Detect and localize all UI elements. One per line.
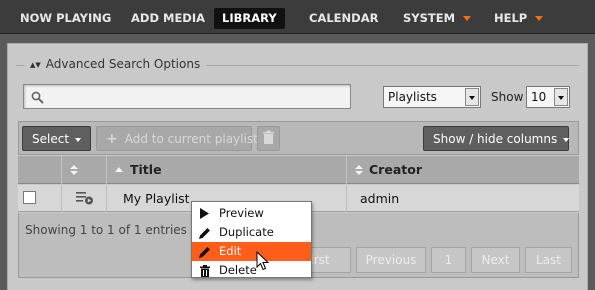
type-column-header[interactable] bbox=[62, 156, 107, 184]
nav-calendar[interactable]: CALENDAR bbox=[301, 8, 386, 29]
search-icon bbox=[31, 91, 44, 104]
creator-column-header[interactable]: Creator bbox=[347, 156, 579, 184]
trash-icon bbox=[200, 265, 210, 277]
context-menu-delete-label: Delete bbox=[219, 263, 257, 277]
page-1-button[interactable]: 1 bbox=[431, 247, 466, 273]
sort-icon bbox=[70, 165, 78, 175]
select-button[interactable]: Select bbox=[22, 126, 91, 151]
sort-icon bbox=[355, 165, 363, 175]
chevron-down-icon bbox=[535, 16, 544, 21]
nav-add-media[interactable]: ADD MEDIA bbox=[123, 8, 213, 29]
search-box[interactable] bbox=[23, 84, 351, 109]
advanced-search-toggle[interactable]: ▲▼ Advanced Search Options bbox=[24, 57, 207, 71]
add-to-playlist-label: Add to current playlist bbox=[124, 132, 258, 146]
title-header-label: Title bbox=[130, 162, 162, 177]
playlist-icon bbox=[76, 192, 93, 205]
show-label: Show bbox=[491, 90, 524, 104]
page-size-value: 10 bbox=[531, 90, 547, 104]
context-menu-edit[interactable]: Edit bbox=[192, 242, 311, 261]
table-header: Title Creator bbox=[18, 156, 579, 184]
row-checkbox[interactable] bbox=[23, 191, 36, 204]
show-hide-columns-button[interactable]: Show / hide columns bbox=[423, 126, 570, 151]
context-menu-preview-label: Preview bbox=[219, 206, 264, 220]
nav-now-playing[interactable]: NOW PLAYING bbox=[12, 8, 119, 29]
table-toolbar: Select + Add to current playlist Show / h… bbox=[18, 121, 579, 155]
top-navigation: NOW PLAYING ADD MEDIA LIBRARY CALENDAR S… bbox=[0, 0, 595, 34]
pencil-icon bbox=[199, 228, 210, 239]
expand-arrows-icon: ▲▼ bbox=[30, 61, 41, 69]
show-hide-columns-label: Show / hide columns bbox=[433, 132, 558, 146]
chevron-down-icon bbox=[75, 137, 82, 142]
nav-system-label: SYSTEM bbox=[403, 11, 456, 25]
context-menu-preview[interactable]: Preview bbox=[192, 204, 311, 223]
nav-library-label: LIBRARY bbox=[222, 11, 277, 25]
context-menu-delete[interactable]: Delete bbox=[192, 261, 311, 280]
pencil-icon bbox=[199, 247, 210, 258]
previous-page-button[interactable]: Previous bbox=[356, 247, 426, 273]
chevron-down-icon bbox=[465, 88, 479, 106]
chevron-down-icon bbox=[563, 137, 570, 142]
creator-header-label: Creator bbox=[369, 162, 422, 177]
media-type-value: Playlists bbox=[388, 90, 437, 104]
context-menu-duplicate[interactable]: Duplicate Playlist bbox=[192, 223, 311, 258]
context-menu-edit-label: Edit bbox=[219, 244, 242, 258]
plus-icon: + bbox=[106, 131, 118, 147]
advanced-search-label: Advanced Search Options bbox=[45, 57, 201, 71]
entries-info: Showing 1 to 1 of 1 entries bbox=[25, 223, 187, 237]
nav-help[interactable]: HELP bbox=[486, 8, 551, 29]
mouse-cursor-icon bbox=[256, 251, 270, 271]
context-menu: Preview Duplicate Playlist Edit Delete bbox=[191, 201, 312, 278]
select-button-label: Select bbox=[32, 132, 70, 146]
sort-ascending-icon bbox=[115, 167, 123, 172]
delete-button[interactable] bbox=[257, 126, 280, 151]
search-input[interactable] bbox=[50, 88, 346, 105]
next-page-button[interactable]: Next bbox=[471, 247, 520, 273]
nav-help-label: HELP bbox=[494, 11, 528, 25]
chevron-down-icon bbox=[463, 16, 472, 21]
page-size-select[interactable]: 10 bbox=[526, 86, 570, 108]
checkbox-column-header[interactable] bbox=[18, 156, 62, 184]
nav-library[interactable]: LIBRARY bbox=[214, 8, 285, 29]
media-type-select[interactable]: Playlists bbox=[383, 86, 481, 108]
checkbox-cell bbox=[18, 185, 62, 212]
title-column-header[interactable]: Title bbox=[107, 156, 347, 184]
trash-icon bbox=[263, 130, 274, 144]
add-to-playlist-button[interactable]: + Add to current playlist bbox=[96, 126, 258, 151]
play-icon bbox=[200, 208, 209, 219]
chevron-down-icon bbox=[554, 88, 568, 106]
nav-system[interactable]: SYSTEM bbox=[395, 8, 479, 29]
last-page-button[interactable]: Last bbox=[525, 247, 572, 273]
type-cell bbox=[62, 185, 107, 212]
creator-cell: admin bbox=[360, 191, 400, 206]
